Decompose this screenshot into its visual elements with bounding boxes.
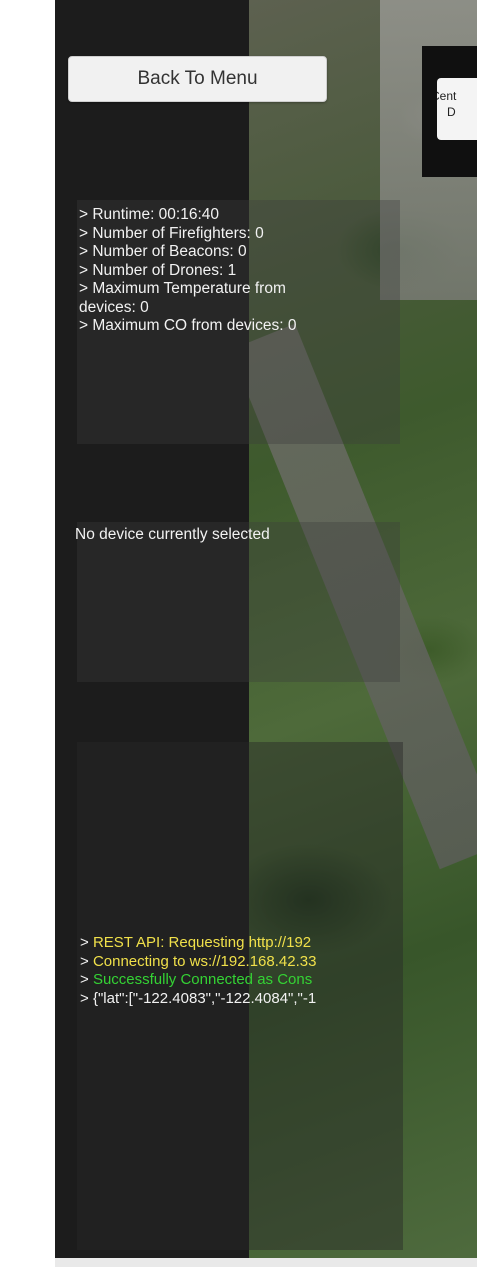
log-line: > REST API: Requesting http://192: [80, 934, 400, 953]
log-line: > Connecting to ws://192.168.42.33: [80, 953, 400, 972]
back-to-menu-button[interactable]: Back To Menu: [68, 56, 327, 102]
log-text: Successfully Connected as Cons: [92, 971, 313, 988]
log-text: {"lat":["-122.4083","-122.4084","-1: [92, 989, 317, 1007]
center-button-label-line1: Cent: [437, 89, 457, 103]
stat-firefighters: > Number of Firefighters: 0: [79, 224, 264, 242]
device-panel: [77, 522, 400, 682]
center-button-label-line2: D: [447, 105, 456, 119]
console-log: > REST API: Requesting http://192 > Conn…: [80, 934, 400, 1008]
log-line: > Successfully Connected as Cons: [80, 971, 400, 990]
stat-max-temperature: > Maximum Temperature from: [79, 280, 286, 297]
log-prefix: >: [80, 952, 89, 970]
log-prefix: >: [80, 971, 89, 988]
stat-beacons: > Number of Beacons: 0: [79, 243, 247, 260]
log-line: > {"lat":["-122.4083","-122.4084","-1: [80, 990, 400, 1009]
stat-drones: > Number of Drones: 1: [79, 261, 237, 279]
log-prefix: >: [80, 934, 89, 951]
log-text: Connecting to ws://192.168.42.33: [92, 952, 317, 970]
center-on-device-button[interactable]: Cent D: [437, 78, 477, 140]
bottom-bar: [55, 1258, 477, 1267]
stat-max-temperature-value: devices: 0: [79, 298, 149, 316]
device-status: No device currently selected: [75, 526, 270, 543]
log-text: REST API: Requesting http://192: [92, 934, 312, 951]
log-prefix: >: [80, 989, 89, 1007]
stats-text: > Runtime: 00:16:40 > Number of Firefigh…: [79, 206, 369, 336]
stat-max-co: > Maximum CO from devices: 0: [79, 317, 297, 334]
stat-runtime: > Runtime: 00:16:40: [79, 206, 220, 223]
